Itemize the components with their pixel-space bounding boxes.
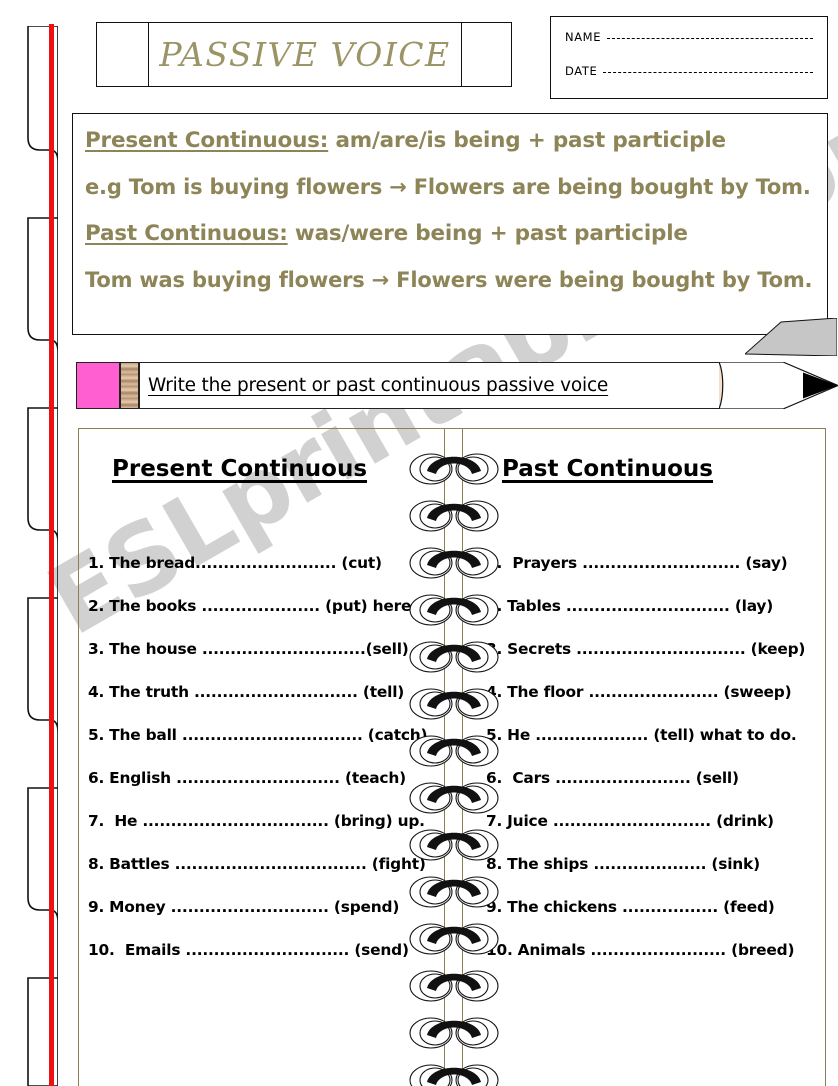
column-divider-right [462,428,463,1086]
past-continuous-rule: Past Continuous: was/were being + past p… [85,221,817,246]
past-continuous-heading: Past Continuous [502,456,713,482]
item-text: English ............................. (t… [109,769,406,787]
past-continuous-column: Past Continuous 1. Prayers .............… [486,440,831,1000]
name-row: NAME [565,30,813,44]
past-continuous-formula: was/were being + past participle [287,221,688,246]
list-item: 4. The truth ............................… [88,683,438,726]
pencil-body: Write the present or past continuous pas… [139,362,719,409]
item-number: 5. [88,726,105,744]
past-continuous-example: Tom was buying flowers → Flowers were be… [85,268,813,292]
name-input-line[interactable] [607,37,813,39]
instruction-text: Write the present or past continuous pas… [148,375,609,396]
item-text: The chickens ................. (feed) [507,898,775,916]
list-item: 3. The house ............................… [88,640,438,683]
list-item: 6. Cars ........................ (sell) [486,769,831,812]
list-item: 1. The bread......................... (cu… [88,554,438,597]
date-label: DATE [565,64,598,78]
list-item: 5. He .................... (tell) what to… [486,726,831,769]
name-date-box: NAME DATE [550,16,828,99]
item-number: 2. [88,597,105,615]
past-continuous-label: Past Continuous: [85,221,288,246]
list-item: 8. The ships .................... (sink) [486,855,831,898]
date-input-line[interactable] [603,71,813,73]
item-number: 7. [88,812,105,830]
item-number: 3. [486,640,503,658]
item-text: The floor ....................... (sweep… [507,683,792,701]
item-number: 6. [88,769,105,787]
item-text: He ................................. (br… [109,812,425,830]
item-number: 10. [88,941,115,959]
item-text: The bread......................... (cut) [109,554,382,572]
list-item: 10. Animals ........................ (bre… [486,941,831,984]
item-text: He .................... (tell) what to d… [507,726,797,744]
title-table: PASSIVE VOICE [96,22,512,87]
item-number: 5. [486,726,503,744]
list-item: 10. Emails .............................… [88,941,438,984]
item-number: 6. [486,769,503,787]
past-continuous-list: 1. Prayers ............................ … [486,554,831,984]
present-continuous-heading: Present Continuous [112,456,368,482]
column-divider-left [444,428,445,1086]
date-row: DATE [565,64,813,78]
item-text: The ships .................... (sink) [507,855,760,873]
item-number: 3. [88,640,105,658]
list-item: 4. The floor ....................... (swe… [486,683,831,726]
list-item: 6. English ............................. … [88,769,438,812]
item-text: Tables ............................. (la… [507,597,774,615]
red-margin-line [49,24,54,1086]
item-text: The house .............................(… [109,640,409,658]
pencil-tip-icon [719,362,838,409]
item-number: 2. [486,597,503,615]
pencil-instruction-banner: Write the present or past continuous pas… [76,362,838,409]
present-continuous-example: e.g Tom is buying flowers → Flowers are … [85,175,811,199]
present-continuous-column: Present Continuous 1. The bread..........… [88,440,438,1000]
list-item: 3. Secrets ..............................… [486,640,831,683]
item-number: 9. [486,898,503,916]
item-number: 4. [88,683,105,701]
present-continuous-formula: am/are/is being + past participle [328,128,726,153]
list-item: 7. Juice ............................ (dr… [486,812,831,855]
pencil-eraser-icon [76,362,120,409]
item-number: 7. [486,812,503,830]
name-label: NAME [565,30,602,44]
item-text: Animals ........................ (breed) [517,941,795,959]
list-item: 2. The books ..................... (put) … [88,597,438,640]
title-cell-main: PASSIVE VOICE [149,23,461,86]
grammar-rules-box: Present Continuous: am/are/is being + pa… [72,113,828,335]
item-text: Juice ............................ (drin… [507,812,774,830]
worksheet-page: ESLprintables.com PASSIVE VOICE NAME DAT… [0,0,838,1086]
item-number: 4. [486,683,503,701]
item-text: Emails ............................. (se… [119,941,409,959]
title-cell-left [97,23,149,86]
page-title: PASSIVE VOICE [159,35,451,74]
item-text: Money ............................ (spen… [109,898,400,916]
item-number: 9. [88,898,105,916]
item-text: Cars ........................ (sell) [507,769,739,787]
title-cell-right [461,23,511,86]
list-item: 5. The ball .............................… [88,726,438,769]
list-item: 9. The chickens ................. (feed) [486,898,831,941]
list-item: 7. He ................................. … [88,812,438,855]
list-item: 9. Money ............................ (sp… [88,898,438,941]
pencil-ferrule-icon [120,362,139,409]
item-text: The ball ...............................… [109,726,428,744]
present-continuous-label: Present Continuous: [85,128,329,153]
item-number: 1. [88,554,105,572]
item-text: Prayers ............................ (sa… [507,554,788,572]
present-continuous-rule: Present Continuous: am/are/is being + pa… [85,128,817,153]
item-number: 8. [486,855,503,873]
item-number: 8. [88,855,105,873]
item-text: Secrets .............................. (… [507,640,806,658]
item-number: 1. [486,554,503,572]
present-continuous-list: 1. The bread......................... (cu… [88,554,438,984]
list-item: 8. Battles ..............................… [88,855,438,898]
list-item: 1. Prayers ............................ … [486,554,831,597]
item-number: 10. [486,941,513,959]
item-text: Battles ................................… [109,855,426,873]
list-item: 2. Tables ............................. (… [486,597,831,640]
item-text: The books ..................... (put) he… [109,597,417,615]
item-text: The truth ............................. … [109,683,405,701]
